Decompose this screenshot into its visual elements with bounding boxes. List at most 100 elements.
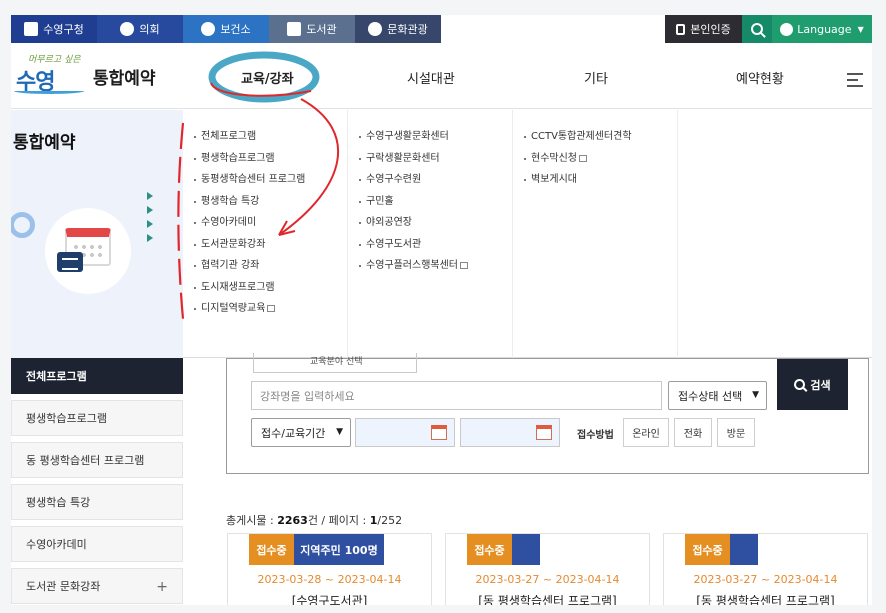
submenu-label: 현수막신청 — [531, 152, 577, 164]
util-link-label: 문화관광 — [387, 23, 428, 36]
side-nav-label: 평생학습프로그램 — [26, 412, 107, 425]
menu-etc[interactable]: 기타 — [584, 68, 608, 87]
search-toggle-button[interactable] — [742, 15, 772, 43]
brand-title[interactable]: 통합예약 — [93, 64, 156, 89]
submenu-item[interactable]: 현수막신청 — [524, 152, 677, 174]
submenu-label: 야외공연장 — [366, 217, 412, 228]
total-number: 2263 — [277, 514, 308, 527]
submenu-item[interactable]: 동평생학습센터 프로그램 — [194, 173, 347, 195]
submenu-item[interactable]: 수영아카데미 — [194, 216, 347, 238]
submenu-item[interactable]: 수영구플러스행복센터 — [359, 259, 512, 281]
cross-icon — [201, 22, 216, 36]
emblem-icon — [120, 22, 135, 36]
map-pin-icon — [368, 22, 383, 36]
external-link-icon — [460, 262, 468, 269]
submenu-label: 벽보게시대 — [531, 174, 577, 185]
submenu-label: 구민홀 — [366, 195, 394, 207]
util-link-label: 수영구청 — [43, 23, 84, 36]
submenu-item[interactable]: CCTV통합관제센터견학 — [524, 130, 677, 152]
auth-button[interactable]: 본인인증 — [665, 15, 742, 43]
side-nav-item-library[interactable]: 도서관 문화강좌 + — [11, 568, 183, 604]
external-link-icon — [579, 154, 587, 162]
method-phone-button[interactable]: 전화 — [674, 418, 712, 447]
submenu-item[interactable]: 수영구생활문화센터 — [359, 130, 512, 152]
submenu-label: 수영구수련원 — [366, 174, 422, 185]
submenu-item[interactable]: 야외공연장 — [359, 216, 512, 238]
program-card[interactable]: 접수중 2023-03-27 ~ 2023-04-14 [동 평생학습센터 프로… — [445, 533, 650, 605]
status-select[interactable]: 접수상태 선택 ▼ — [668, 381, 767, 410]
util-link-culture-tour[interactable]: 문화관광 — [355, 15, 441, 43]
menu-education[interactable]: 교육/강좌 — [241, 68, 294, 87]
side-nav-item-dong-center[interactable]: 동 평생학습센터 프로그램 — [11, 442, 183, 478]
side-nav-item-academy[interactable]: 수영아카데미 — [11, 526, 183, 562]
method-online-button[interactable]: 온라인 — [623, 418, 669, 447]
logo[interactable]: 머무르고 싶은 수영 — [14, 50, 94, 102]
side-nav-label: 평생학습 특강 — [26, 496, 91, 509]
submenu-label: 디지털역량교육 — [201, 303, 266, 314]
submenu-item[interactable]: 도서관문화강좌 — [194, 238, 347, 260]
submenu-item[interactable]: 구민홀 — [359, 195, 512, 217]
card-date: 2023-03-27 ~ 2023-04-14 — [475, 573, 620, 586]
calendar-icon[interactable] — [431, 425, 447, 440]
side-nav-label: 전체프로그램 — [26, 370, 87, 383]
submenu-item[interactable]: 수영구수련원 — [359, 173, 512, 195]
side-nav-item-lifelong[interactable]: 평생학습프로그램 — [11, 400, 183, 436]
main-header: 머무르고 싶은 수영 통합예약 교육/강좌 시설대관 기타 예약현황 — [11, 43, 872, 109]
side-nav-label: 도서관 문화강좌 — [26, 580, 101, 593]
submenu-item[interactable]: 전체프로그램 — [194, 130, 347, 152]
period-select[interactable]: 접수/교육기간 ▼ — [251, 418, 351, 447]
language-select[interactable]: Language ▼ — [772, 15, 872, 43]
side-nav-item-special[interactable]: 평생학습 특강 — [11, 484, 183, 520]
submenu-label: 도시재생프로그램 — [201, 281, 275, 293]
util-link-library[interactable]: 도서관 — [269, 15, 355, 43]
util-link-label: 의회 — [139, 23, 160, 36]
submenu-item[interactable]: 도시재생프로그램 — [194, 281, 347, 303]
method-visit-button[interactable]: 방문 — [717, 418, 755, 447]
submenu-item[interactable]: 평생학습프로그램 — [194, 152, 347, 174]
mega-menu-intro: 통합예약 — [11, 110, 183, 358]
search-button-label: 검색 — [810, 378, 831, 392]
program-card[interactable]: 접수중 2023-03-27 ~ 2023-04-14 [동 평생학습센터 프로… — [663, 533, 868, 605]
building-icon — [24, 22, 39, 36]
card-date: 2023-03-28 ~ 2023-04-14 — [257, 573, 402, 586]
submenu-item[interactable]: 수영구도서관 — [359, 238, 512, 260]
submenu-label: 수영구플러스행복센터 — [366, 260, 458, 271]
search-button[interactable]: 검색 — [777, 359, 848, 410]
end-date-input[interactable] — [460, 418, 560, 447]
calendar-icon[interactable] — [536, 425, 552, 440]
submenu-item[interactable]: 구락생활문화센터 — [359, 152, 512, 174]
util-link-gu-office[interactable]: 수영구청 — [11, 15, 97, 43]
category-select[interactable]: 교육분야 선택 — [253, 353, 417, 373]
menu-reservation-status[interactable]: 예약현황 — [736, 68, 784, 87]
hamburger-menu-icon[interactable] — [847, 73, 863, 91]
calendar-illustration — [45, 208, 131, 294]
submenu-item[interactable]: 벽보게시대 — [524, 173, 677, 195]
status-badge: 접수중 — [467, 534, 512, 565]
menu-col-education: 전체프로그램 평생학습프로그램 동평생학습센터 프로그램 평생학습 특강 수영아… — [183, 110, 348, 358]
program-card[interactable]: 접수중 지역주민 100명 2023-03-28 ~ 2023-04-14 [수… — [227, 533, 432, 605]
mega-menu-title: 통합예약 — [13, 133, 76, 153]
status-badge: 접수중 — [249, 534, 294, 565]
mega-menu: 통합예약 전체프로그램 평생학습프로그램 동평생학습센터 프로그램 평생학습 특… — [11, 110, 872, 358]
start-date-input[interactable] — [355, 418, 455, 447]
side-nav-item-all[interactable]: 전체프로그램 — [11, 358, 183, 394]
util-link-health-center[interactable]: 보건소 — [183, 15, 269, 43]
status-badge: 접수중 — [685, 534, 730, 565]
menu-facility-rental[interactable]: 시설대관 — [407, 68, 455, 87]
submenu-item[interactable]: 협력기관 강좌 — [194, 259, 347, 281]
side-nav: 전체프로그램 평생학습프로그램 동 평생학습센터 프로그램 평생학습 특강 수영… — [11, 358, 183, 605]
util-link-council[interactable]: 의회 — [97, 15, 183, 43]
total-pages: /252 — [377, 514, 403, 527]
expand-plus-icon[interactable]: + — [156, 579, 168, 595]
submenu-label: CCTV통합관제센터견학 — [531, 131, 632, 142]
submenu-label: 도서관문화강좌 — [201, 238, 266, 250]
submenu-label: 전체프로그램 — [201, 131, 257, 142]
keyword-input[interactable]: 강좌명을 입력하세요 — [251, 381, 662, 410]
search-panel: 교육분야 선택 강좌명을 입력하세요 접수상태 선택 ▼ 접수/교육기간 ▼ 접수방… — [226, 353, 869, 474]
submenu-label: 평생학습프로그램 — [201, 152, 275, 164]
total-prefix: 총게시물 : — [226, 514, 278, 527]
submenu-item[interactable]: 디지털역량교육 — [194, 302, 347, 324]
menu-col-facility: 수영구생활문화센터 구락생활문화센터 수영구수련원 구민홀 야외공연장 수영구도… — [348, 110, 513, 358]
submenu-label: 동평생학습센터 프로그램 — [201, 174, 306, 185]
submenu-item[interactable]: 평생학습 특강 — [194, 195, 347, 217]
